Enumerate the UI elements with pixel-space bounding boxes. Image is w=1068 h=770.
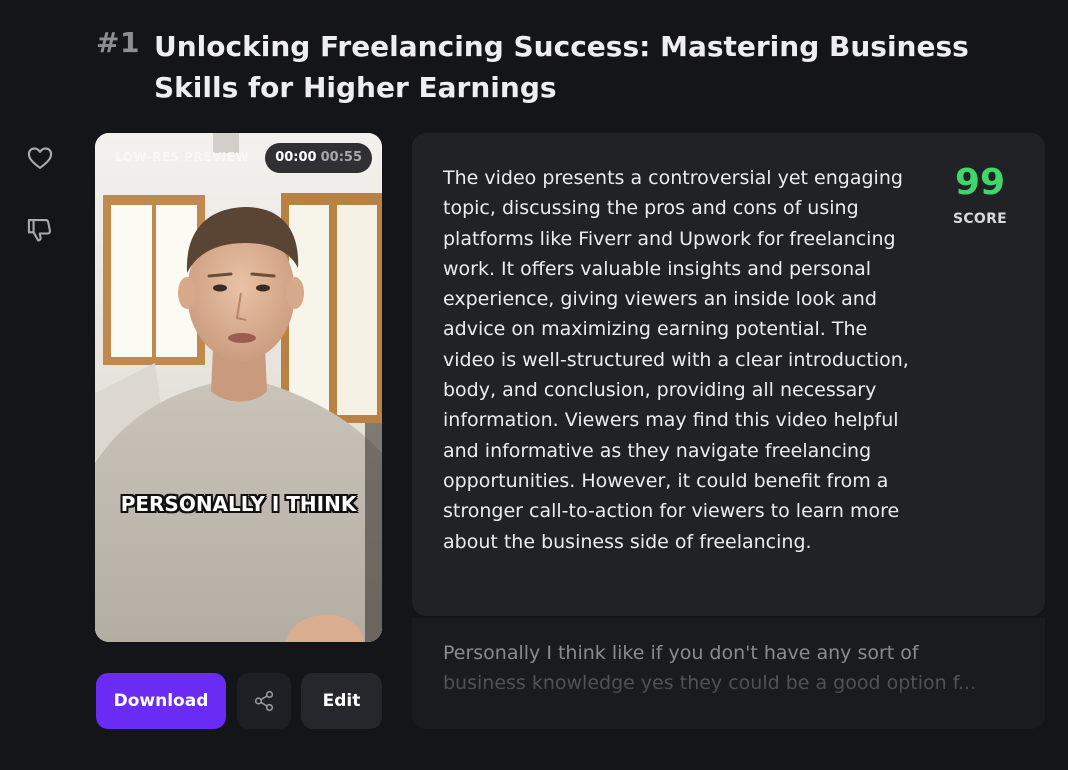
clip-detail-page: #1 Unlocking Freelancing Success: Master… xyxy=(0,0,1068,770)
rank-label: #1 xyxy=(96,26,140,59)
page-title: Unlocking Freelancing Success: Mastering… xyxy=(154,30,969,104)
video-preview[interactable]: LOW-RES PREVIEW 00:00 00:55 PERSONALLY I … xyxy=(95,133,382,642)
analysis-card: The video presents a controversial yet e… xyxy=(412,133,1045,616)
edit-button[interactable]: Edit xyxy=(301,673,382,729)
video-description: The video presents a controversial yet e… xyxy=(443,167,909,553)
transcript-line-1: Personally I think like if you don't hav… xyxy=(443,642,919,664)
video-caption: PERSONALLY I THINK xyxy=(120,492,357,516)
download-button[interactable]: Download xyxy=(96,673,226,729)
thumbs-down-icon[interactable] xyxy=(26,216,54,244)
heart-icon[interactable] xyxy=(26,144,54,172)
time-display: 00:00 00:55 xyxy=(265,143,372,173)
transcript-fade xyxy=(412,679,1045,729)
score-label: SCORE xyxy=(952,211,1008,227)
duration: 00:55 xyxy=(320,150,362,165)
score-block: 99 SCORE xyxy=(944,161,1016,227)
share-icon xyxy=(254,690,274,712)
share-button[interactable] xyxy=(237,673,291,729)
preview-label: LOW-RES PREVIEW xyxy=(115,150,250,164)
transcript-preview[interactable]: Personally I think like if you don't hav… xyxy=(412,618,1045,729)
video-frame-image xyxy=(95,133,382,642)
current-time: 00:00 xyxy=(275,150,317,165)
score-value: 99 xyxy=(954,162,1006,203)
